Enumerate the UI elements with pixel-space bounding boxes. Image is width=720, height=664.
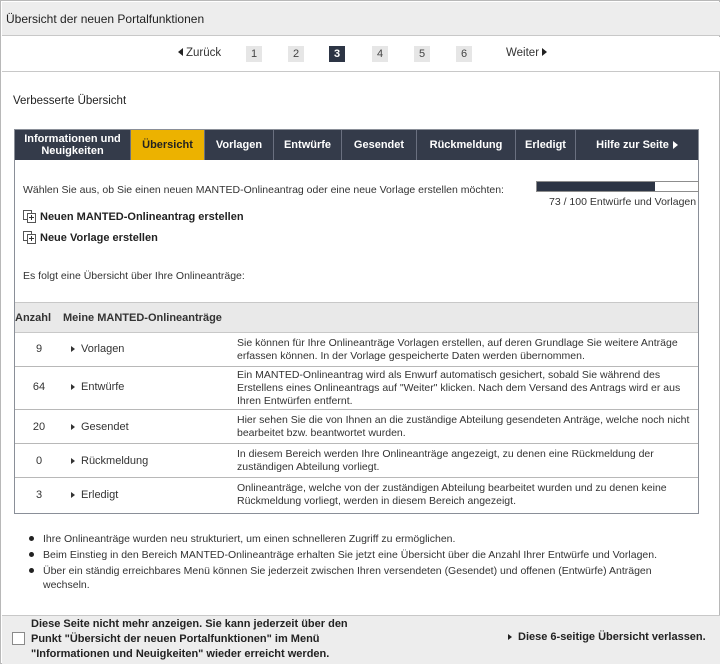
overview-intro: Es folgt eine Übersicht über Ihre Online…	[23, 270, 245, 282]
tab-vorlagen[interactable]: Vorlagen	[205, 130, 274, 160]
row-count: 64	[32, 381, 46, 393]
new-application-label: Neuen MANTED-Onlineantrag erstellen	[40, 210, 244, 223]
title-bar: Übersicht der neuen Portalfunktionen	[2, 2, 720, 36]
feature-item: Beim Einstieg in den Bereich MANTED-Onli…	[29, 548, 699, 562]
row-link-vorlagen[interactable]: Vorlagen	[71, 343, 124, 355]
row-link-label: Vorlagen	[81, 343, 125, 355]
new-template-link[interactable]: Neue Vorlage erstellen	[23, 231, 158, 244]
row-link-label: Entwürfe	[81, 381, 125, 393]
row-link-entwuerfe[interactable]: Entwürfe	[71, 381, 124, 393]
row-link-rueckmeldung[interactable]: Rückmeldung	[71, 455, 148, 467]
page-2-link[interactable]: 2	[288, 46, 304, 62]
table-row: 9 Vorlagen Sie können für Ihre Onlineant…	[15, 333, 698, 367]
preview-panel: Informationen und Neuigkeiten Übersicht …	[14, 129, 699, 514]
arrow-right-icon	[71, 346, 75, 352]
row-link-label: Erledigt	[81, 489, 119, 501]
leave-overview-link[interactable]: Diese 6-seitige Übersicht verlassen.	[508, 631, 706, 643]
quota-progress-fill	[537, 182, 655, 191]
row-description: In diesem Bereich werden Ihre Onlineantr…	[237, 448, 654, 473]
row-count: 9	[35, 343, 43, 355]
col-count-header: Anzahl	[15, 312, 52, 324]
table-row: 3 Erledigt Onlineanträge, welche von der…	[15, 478, 698, 513]
next-page-link[interactable]: Weiter	[506, 47, 548, 59]
feature-item: Ihre Onlineanträge wurden neu strukturie…	[29, 532, 699, 546]
row-description: Onlineanträge, welche von der zuständige…	[237, 482, 667, 507]
row-link-gesendet[interactable]: Gesendet	[71, 421, 129, 433]
arrow-right-icon	[71, 492, 75, 498]
table-header: Anzahl Meine MANTED-Onlineanträge	[15, 302, 698, 333]
page-3-current[interactable]: 3	[329, 46, 345, 62]
dialog-title: Übersicht der neuen Portalfunktionen	[6, 12, 205, 26]
tab-rueckmeldung[interactable]: Rückmeldung	[417, 130, 516, 160]
tab-informationen[interactable]: Informationen und Neuigkeiten	[15, 130, 131, 160]
col-name-header: Meine MANTED-Onlineanträge	[63, 312, 222, 324]
prev-label: Zurück	[186, 47, 222, 59]
intro-text: Wählen Sie aus, ob Sie einen neuen MANTE…	[23, 184, 504, 196]
section-heading: Verbesserte Übersicht	[13, 95, 127, 107]
table-row: 0 Rückmeldung In diesem Bereich werden I…	[15, 444, 698, 478]
quota-progress-bar	[536, 181, 699, 192]
footer-bar: Diese Seite nicht mehr anzeigen. Sie kan…	[2, 615, 720, 664]
chevron-right-icon	[672, 141, 678, 149]
chevron-right-icon	[542, 48, 548, 56]
arrow-right-icon	[508, 634, 512, 640]
row-link-erledigt[interactable]: Erledigt	[71, 489, 118, 501]
arrow-right-icon	[71, 384, 75, 390]
feature-item: Über ein ständig erreichbares Menü könne…	[29, 564, 699, 592]
page-1-link[interactable]: 1	[246, 46, 262, 62]
row-description: Ein MANTED-Onlineantrag wird als Enwurf …	[237, 369, 681, 407]
feature-list: Ihre Onlineanträge wurden neu strukturie…	[29, 532, 699, 594]
row-count: 3	[35, 489, 43, 501]
arrow-right-icon	[71, 458, 75, 464]
table-row: 64 Entwürfe Ein MANTED-Onlineantrag wird…	[15, 367, 698, 410]
tab-uebersicht[interactable]: Übersicht	[131, 130, 205, 160]
row-count: 0	[35, 455, 43, 467]
row-link-label: Rückmeldung	[81, 455, 149, 467]
dialog-frame: Übersicht der neuen Portalfunktionen Zur…	[0, 0, 720, 664]
tab-bar: Informationen und Neuigkeiten Übersicht …	[15, 130, 698, 160]
arrow-right-icon	[71, 424, 75, 430]
page-6-link[interactable]: 6	[456, 46, 472, 62]
prev-page-link[interactable]: Zurück	[178, 47, 221, 59]
help-tab-label: Hilfe zur Seite	[596, 139, 669, 151]
tab-entwuerfe[interactable]: Entwürfe	[274, 130, 342, 160]
new-document-icon	[23, 210, 38, 223]
new-application-link[interactable]: Neuen MANTED-Onlineantrag erstellen	[23, 210, 244, 223]
new-document-icon	[23, 231, 38, 244]
tab-gesendet[interactable]: Gesendet	[342, 130, 417, 160]
row-link-label: Gesendet	[81, 421, 129, 433]
leave-overview-label: Diese 6-seitige Übersicht verlassen.	[518, 631, 706, 643]
pager: Zurück 1 2 3 4 5 6 Weiter	[2, 37, 720, 72]
page-4-link[interactable]: 4	[372, 46, 388, 62]
dont-show-again-label: Diese Seite nicht mehr anzeigen. Sie kan…	[31, 618, 348, 660]
table-row: 20 Gesendet Hier sehen Sie die von Ihnen…	[15, 410, 698, 444]
next-label: Weiter	[506, 47, 540, 59]
row-description: Sie können für Ihre Onlineanträge Vorlag…	[237, 337, 678, 362]
page-5-link[interactable]: 5	[414, 46, 430, 62]
quota-label: 73 / 100 Entwürfe und Vorlagen	[549, 196, 697, 208]
chevron-left-icon	[178, 48, 183, 56]
row-description: Hier sehen Sie die von Ihnen an die zust…	[237, 414, 690, 439]
row-count: 20	[32, 421, 46, 433]
new-template-label: Neue Vorlage erstellen	[40, 231, 158, 244]
tab-hilfe[interactable]: Hilfe zur Seite	[576, 130, 698, 160]
tab-erledigt[interactable]: Erledigt	[516, 130, 576, 160]
dont-show-again-checkbox[interactable]	[12, 632, 25, 645]
